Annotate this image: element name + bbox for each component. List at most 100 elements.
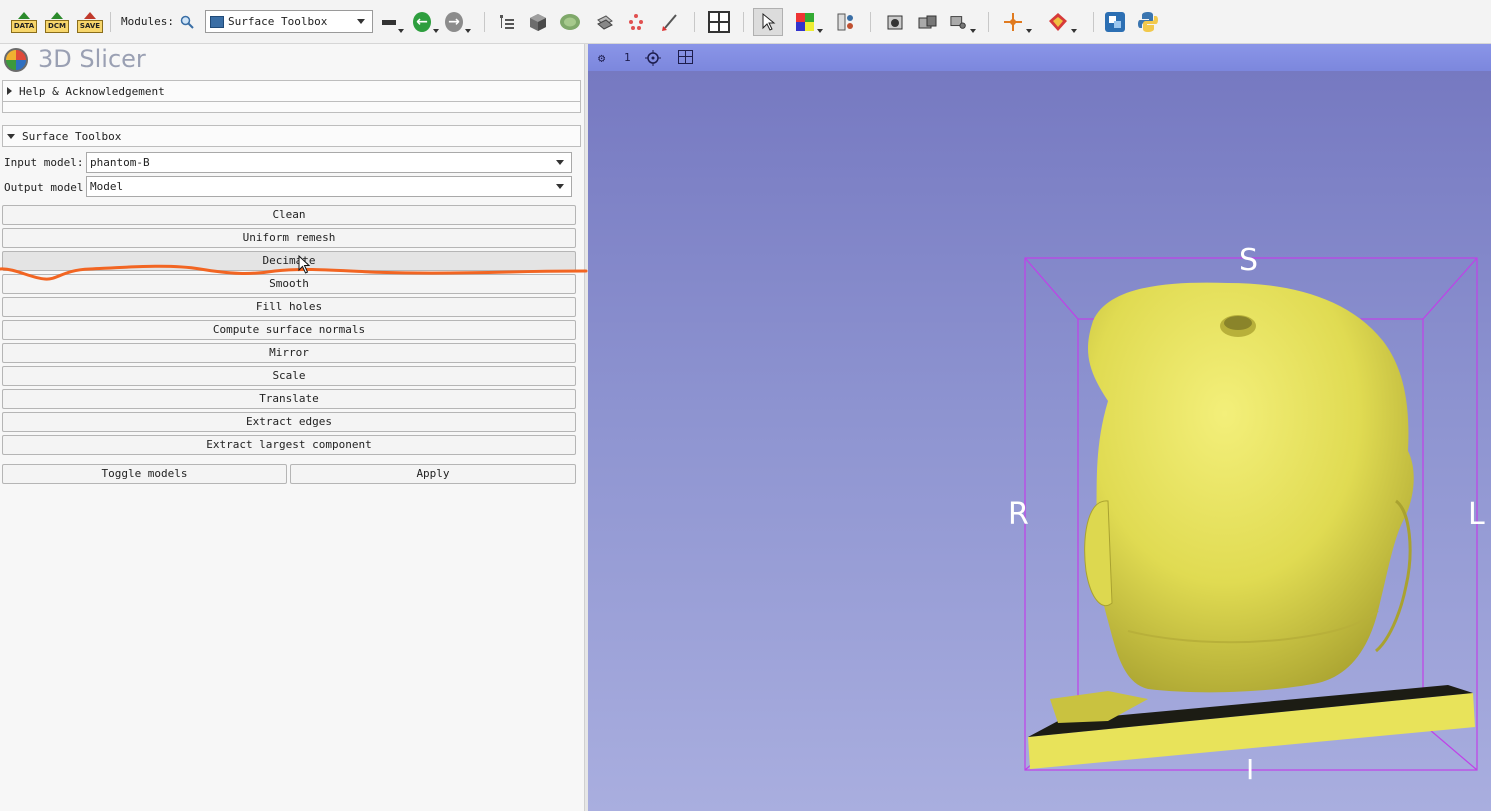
scale-button[interactable]: Scale — [2, 366, 576, 386]
fiducial-crosshair-icon — [1004, 13, 1022, 31]
search-icon — [180, 15, 194, 29]
load-data-button[interactable]: DATA — [10, 8, 38, 36]
upload-arrow-icon — [18, 11, 30, 19]
translate-button[interactable]: Translate — [2, 389, 576, 409]
volumes-module-button[interactable] — [527, 8, 549, 36]
load-dicom-button[interactable]: DCM — [44, 8, 70, 36]
layout-grid-icon — [708, 11, 730, 33]
toolbar-separator — [988, 12, 989, 32]
toolbar-separator — [1093, 12, 1094, 32]
fill-holes-button[interactable]: Fill holes — [2, 297, 576, 317]
mouse-mode-button[interactable] — [1042, 8, 1082, 36]
volume-cube-icon — [530, 14, 546, 31]
chevron-down-icon — [817, 29, 823, 33]
transforms-module-button[interactable] — [593, 8, 615, 36]
save-button[interactable]: SAVE — [76, 8, 104, 36]
editor-module-button[interactable] — [659, 8, 681, 36]
place-fiducial-button[interactable] — [998, 8, 1036, 36]
output-model-value: Model — [90, 180, 124, 193]
toolbar-separator — [110, 12, 111, 32]
toolbar-separator — [484, 12, 485, 32]
scene-restore-button[interactable] — [950, 8, 976, 36]
compute-surface-normals-button[interactable]: Compute surface normals — [2, 320, 576, 340]
extension-manager-button[interactable] — [1103, 8, 1127, 36]
arrow-right-icon: → — [445, 12, 463, 32]
layout-button[interactable] — [706, 8, 732, 36]
pointer-arrow-icon — [762, 12, 776, 31]
3d-render-view[interactable]: S R L I — [588, 71, 1491, 811]
help-acknowledgement-section[interactable]: Help & Acknowledgement — [2, 80, 581, 102]
chevron-down-icon — [556, 184, 564, 189]
uniform-remesh-button[interactable]: Uniform remesh — [2, 228, 576, 248]
window-level-icon — [796, 13, 814, 31]
output-model-label: Output model: — [4, 181, 91, 194]
next-module-button[interactable]: → — [445, 8, 471, 36]
markups-module-button[interactable] — [625, 8, 647, 36]
center-view-icon[interactable] — [644, 49, 662, 67]
load-dicom-label: DCM — [45, 19, 69, 33]
mirror-button[interactable]: Mirror — [2, 343, 576, 363]
module-selector[interactable]: Surface Toolbox — [205, 10, 373, 33]
camera-icon — [887, 15, 903, 30]
annotation-underline — [0, 264, 588, 281]
crosshair-button[interactable] — [835, 8, 857, 36]
orientation-label-right: R — [1008, 497, 1029, 532]
extract-largest-component-button[interactable]: Extract largest component — [2, 435, 576, 455]
markups-icon — [629, 14, 643, 30]
input-model-label: Input model: — [4, 156, 84, 169]
chevron-down-icon — [556, 160, 564, 165]
chevron-down-icon — [465, 29, 471, 33]
input-model-value: phantom-B — [90, 156, 150, 169]
module-history-button[interactable] — [382, 8, 404, 36]
chevron-down-icon — [398, 29, 404, 33]
previous-module-button[interactable]: ← — [413, 8, 439, 36]
3d-view-controller-bar: ⚙ 1 — [588, 44, 1491, 71]
scene-view-button[interactable] — [917, 8, 939, 36]
chevron-down-icon — [433, 29, 439, 33]
modules-label: Modules: — [121, 15, 174, 28]
module-search-button[interactable] — [178, 8, 196, 36]
save-arrow-icon — [84, 11, 96, 19]
pin-icon[interactable]: ⚙ — [598, 51, 605, 65]
main-toolbar: DATA DCM SAVE Modules: Surface Toolbox ←… — [0, 0, 1491, 44]
scene-camera-icon — [918, 15, 937, 29]
help-section-label: Help & Acknowledgement — [19, 84, 165, 98]
surface-section-label: Surface Toolbox — [22, 129, 122, 143]
scene-restore-icon — [950, 16, 966, 29]
view-layout-icon[interactable] — [678, 50, 693, 64]
screenshot-button[interactable] — [884, 8, 906, 36]
toggle-models-button[interactable]: Toggle models — [2, 464, 287, 484]
paint-brush-icon — [662, 14, 677, 31]
section-divider — [2, 102, 581, 113]
extensions-icon — [1105, 12, 1125, 32]
orientation-label-superior: S — [1239, 243, 1259, 278]
window-level-button[interactable] — [792, 8, 826, 36]
pan-zoom-icon — [837, 13, 853, 31]
module-selector-value: Surface Toolbox — [228, 15, 328, 28]
data-tree-icon — [500, 15, 514, 29]
head-model — [1084, 282, 1414, 693]
arrow-left-icon: ← — [413, 12, 431, 32]
view-number-label: 1 — [624, 51, 631, 64]
data-module-button[interactable] — [496, 8, 518, 36]
models-module-button[interactable] — [559, 8, 581, 36]
history-icon — [382, 19, 396, 25]
place-markup-icon — [1049, 13, 1067, 31]
toolbar-separator — [870, 12, 871, 32]
3d-scene — [1024, 257, 1478, 771]
surface-toolbox-section[interactable]: Surface Toolbox — [2, 125, 581, 147]
input-model-select[interactable]: phantom-B — [86, 152, 572, 173]
app-title: 3D Slicer — [38, 45, 146, 73]
view-transform-mode-button[interactable] — [753, 8, 783, 36]
orientation-label-left: L — [1468, 497, 1485, 532]
orientation-label-inferior: I — [1246, 753, 1255, 786]
save-label: SAVE — [76, 19, 104, 33]
output-model-select[interactable]: Model — [86, 176, 572, 197]
apply-button[interactable]: Apply — [290, 464, 576, 484]
slicer-logo — [4, 48, 28, 72]
extract-edges-button[interactable]: Extract edges — [2, 412, 576, 432]
python-console-button[interactable] — [1135, 8, 1161, 36]
chevron-right-icon — [7, 87, 12, 95]
clean-button[interactable]: Clean — [2, 205, 576, 225]
chevron-down-icon — [1026, 29, 1032, 33]
